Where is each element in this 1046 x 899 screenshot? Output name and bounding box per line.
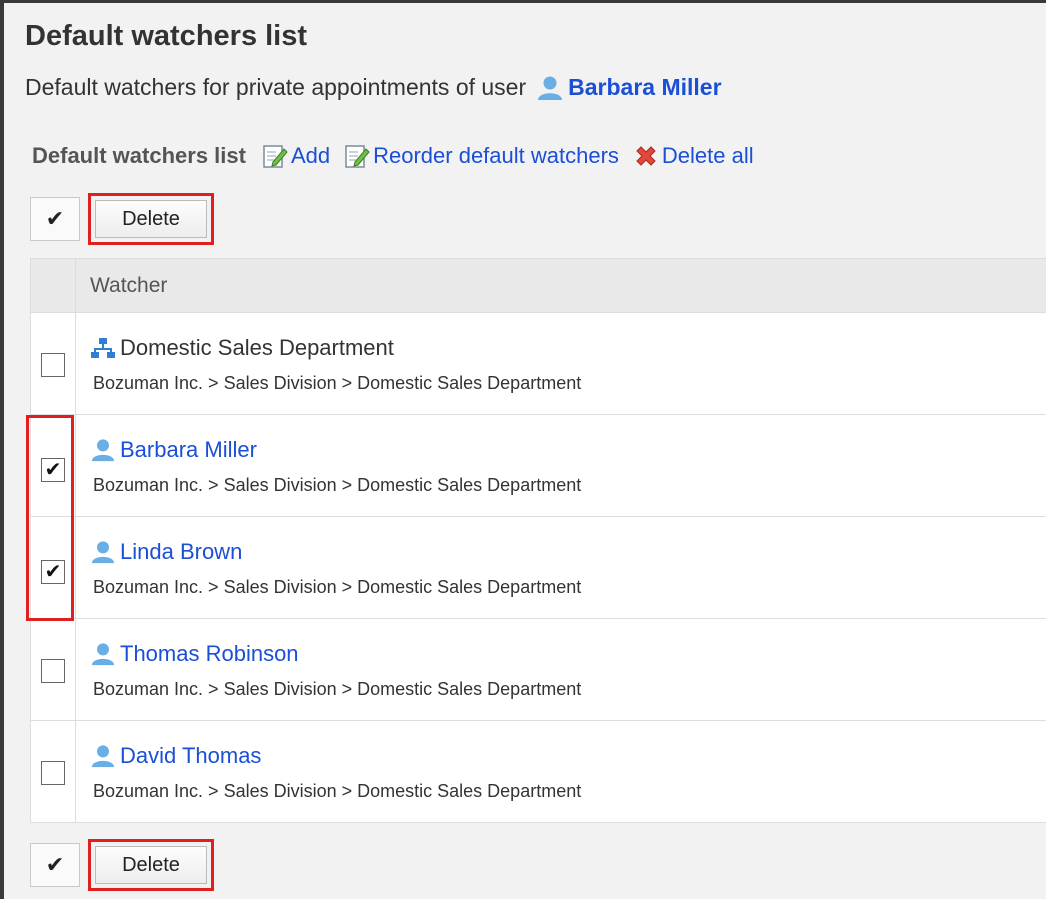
checkbox-column-header bbox=[30, 258, 76, 313]
table-row: ✔ Barbara Miller Bozuman Inc. > Sales Di… bbox=[30, 414, 1046, 517]
window-frame-left bbox=[0, 0, 4, 899]
watchers-table: Watcher Domestic Sales Department Bozuma… bbox=[30, 258, 1046, 823]
row-checkbox-checked[interactable]: ✔ bbox=[41, 559, 65, 584]
user-icon bbox=[91, 745, 115, 768]
watcher-column-header: Watcher bbox=[75, 258, 1046, 313]
page-subtitle: Default watchers for private appointment… bbox=[25, 74, 722, 101]
table-row: Domestic Sales Department Bozuman Inc. >… bbox=[30, 312, 1046, 415]
subtitle-user-link[interactable]: Barbara Miller bbox=[568, 74, 721, 101]
row-checkbox-checked[interactable]: ✔ bbox=[41, 457, 65, 482]
section-label: Default watchers list bbox=[32, 143, 246, 168]
watcher-cell: Thomas Robinson Bozuman Inc. > Sales Div… bbox=[75, 618, 1046, 721]
user-icon bbox=[538, 76, 563, 100]
edit-icon bbox=[263, 145, 288, 168]
watcher-link[interactable]: David Thomas bbox=[120, 743, 261, 769]
delete-all-label: Delete all bbox=[661, 143, 754, 168]
edit-icon bbox=[345, 145, 370, 168]
window-frame-top bbox=[0, 0, 1046, 3]
checkbox-cell: ✔ bbox=[30, 414, 76, 517]
row-checkbox[interactable] bbox=[41, 659, 65, 683]
delete-button-top[interactable]: Delete bbox=[95, 200, 207, 238]
add-label: Add bbox=[290, 143, 331, 168]
table-header-row: Watcher bbox=[30, 258, 1046, 313]
check-all-button[interactable]: ✔ bbox=[30, 197, 80, 241]
watcher-link[interactable]: Linda Brown bbox=[120, 539, 242, 565]
watcher-path: Bozuman Inc. > Sales Division > Domestic… bbox=[93, 679, 582, 699]
checkbox-cell bbox=[30, 720, 76, 823]
watcher-cell: Barbara Miller Bozuman Inc. > Sales Divi… bbox=[75, 414, 1046, 517]
watcher-cell: David Thomas Bozuman Inc. > Sales Divisi… bbox=[75, 720, 1046, 823]
reorder-label: Reorder default watchers bbox=[373, 143, 619, 168]
bottom-controls: ✔ Delete bbox=[30, 839, 214, 891]
check-all-button[interactable]: ✔ bbox=[30, 843, 80, 887]
delete-all-link[interactable]: Delete all bbox=[633, 143, 754, 169]
user-icon bbox=[91, 541, 115, 564]
watcher-link[interactable]: Barbara Miller bbox=[120, 437, 257, 463]
section-toolbar: Default watchers list Add Reorder defaul… bbox=[32, 143, 768, 169]
table-row: David Thomas Bozuman Inc. > Sales Divisi… bbox=[30, 720, 1046, 823]
x-icon bbox=[636, 146, 656, 166]
row-checkbox[interactable] bbox=[41, 761, 65, 785]
top-controls: ✔ Delete bbox=[30, 193, 214, 245]
checkbox-cell bbox=[30, 312, 76, 415]
subtitle-text: Default watchers for private appointment… bbox=[25, 74, 527, 100]
org-chart-icon bbox=[91, 338, 115, 358]
watcher-path: Bozuman Inc. > Sales Division > Domestic… bbox=[93, 577, 582, 597]
watcher-cell: Domestic Sales Department Bozuman Inc. >… bbox=[75, 312, 1046, 415]
watcher-path: Bozuman Inc. > Sales Division > Domestic… bbox=[93, 781, 582, 801]
user-icon bbox=[91, 643, 115, 666]
table-row: ✔ Linda Brown Bozuman Inc. > Sales Divis… bbox=[30, 516, 1046, 619]
user-icon bbox=[91, 439, 115, 462]
page-title: Default watchers list bbox=[25, 20, 308, 52]
watcher-cell: Linda Brown Bozuman Inc. > Sales Divisio… bbox=[75, 516, 1046, 619]
checkbox-cell bbox=[30, 618, 76, 721]
row-checkbox[interactable] bbox=[41, 353, 65, 377]
delete-highlight-bottom: Delete bbox=[88, 839, 214, 891]
checkbox-cell: ✔ bbox=[30, 516, 76, 619]
reorder-link[interactable]: Reorder default watchers bbox=[344, 143, 619, 169]
table-row: Thomas Robinson Bozuman Inc. > Sales Div… bbox=[30, 618, 1046, 721]
watcher-path: Bozuman Inc. > Sales Division > Domestic… bbox=[93, 475, 582, 495]
watcher-name: Domestic Sales Department bbox=[120, 335, 394, 360]
watcher-path: Bozuman Inc. > Sales Division > Domestic… bbox=[93, 373, 582, 393]
delete-highlight-top: Delete bbox=[88, 193, 214, 245]
delete-button-bottom[interactable]: Delete bbox=[95, 846, 207, 884]
add-link[interactable]: Add bbox=[262, 143, 330, 169]
watcher-link[interactable]: Thomas Robinson bbox=[120, 641, 299, 667]
